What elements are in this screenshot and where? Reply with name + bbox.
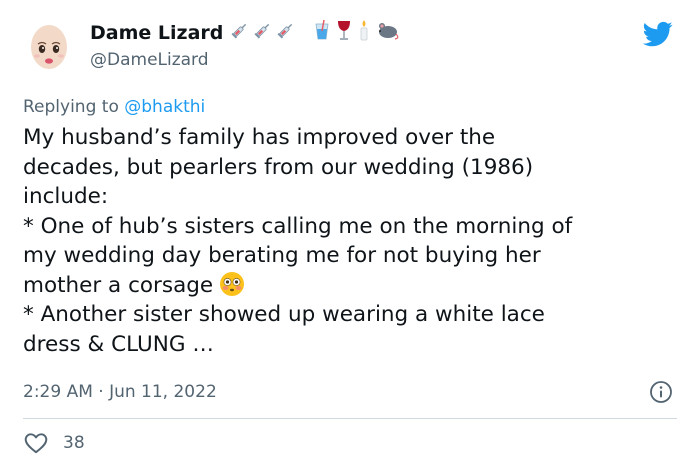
tweet-timestamp[interactable]: 2:29 AM · Jun 11, 2022 xyxy=(23,382,217,402)
tweet-body-line: My husband’s family has improved over th… xyxy=(23,125,496,150)
divider xyxy=(23,418,677,419)
display-name[interactable]: Dame Lizard xyxy=(90,22,223,44)
replying-to: Replying to @bhakthi xyxy=(23,97,205,117)
user-handle[interactable]: @DameLizard xyxy=(90,50,209,70)
syringe-icon xyxy=(230,20,250,44)
tweet-body-line: * One of hub’s sisters calling me on the… xyxy=(23,213,573,239)
heart-icon[interactable] xyxy=(23,430,49,456)
info-icon[interactable] xyxy=(649,380,673,404)
mouse-icon xyxy=(375,20,401,44)
candle-icon xyxy=(356,18,372,46)
replying-prefix: Replying to xyxy=(23,97,125,117)
name-emoji-group xyxy=(230,18,401,46)
flushed-face-icon xyxy=(219,271,245,297)
like-count: 38 xyxy=(63,433,85,453)
tweet-body-line: decades, but pearlers from our wedding (… xyxy=(23,154,534,180)
tweet-body: My husband’s family has improved over th… xyxy=(23,123,683,359)
tweet-body-line: mother a corsage xyxy=(23,272,214,298)
drink-cup-icon xyxy=(312,19,332,45)
twitter-bird-icon[interactable] xyxy=(641,19,675,49)
like-button[interactable]: 38 xyxy=(23,430,85,456)
tweet-body-line-with-emoji: mother a corsage xyxy=(23,271,683,301)
tweet-body-line: include: xyxy=(23,184,109,209)
replying-to-handle-link[interactable]: @bhakthi xyxy=(124,97,205,117)
tweet-body-line: my wedding day berating me for not buyin… xyxy=(23,243,541,268)
tweet-body-line: * Another sister showed up wearing a whi… xyxy=(23,302,545,327)
avatar[interactable] xyxy=(22,19,76,73)
syringe-icon xyxy=(253,20,273,44)
wine-glass-icon xyxy=(335,19,353,45)
tweet-body-line: dress & CLUNG … xyxy=(23,331,214,357)
syringe-icon xyxy=(276,20,296,44)
